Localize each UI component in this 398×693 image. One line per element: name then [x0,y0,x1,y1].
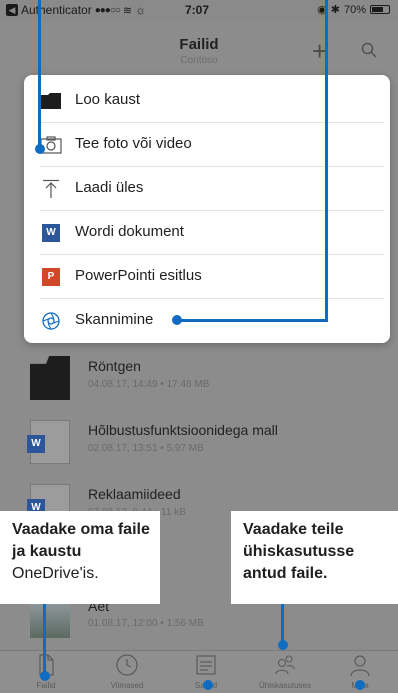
callout-line-add [325,0,328,322]
list-item[interactable]: Röntgen 04.08.17, 14:49 • 17.48 MB [0,346,398,410]
back-to-app-icon[interactable]: ◀ [6,4,18,16]
tab-shared[interactable]: Ühiskasutuses [245,651,325,693]
list-item[interactable]: W Hõlbustusfunktsioonidega mall 02.08.17… [0,410,398,474]
scan-icon [42,312,60,330]
battery-percent: 70% [343,3,366,16]
menu-item-create-folder[interactable]: Loo kaust [24,79,390,123]
upload-icon [43,179,59,198]
folder-icon [41,93,61,109]
callout-dot-sites [203,680,213,690]
callout-line-camera [38,0,41,148]
signal-icon: ●●●○○ [94,4,121,16]
file-name: Hõlbustusfunktsioonidega mall [88,422,278,438]
search-icon[interactable] [361,42,377,58]
clock: 7:07 [185,3,210,17]
page-subtitle: Contoso [180,55,218,66]
menu-item-word-document[interactable]: W Wordi dokument [24,211,390,255]
word-document-icon: W [27,420,70,464]
callout-dot-me [355,680,365,690]
tab-label: Viimased [110,681,144,690]
menu-item-label: Wordi dokument [75,223,184,240]
sync-icon: ☼ [135,3,147,17]
tab-bar: Failid Viimased Saidid [0,650,398,693]
menu-item-label: Tee foto või video [75,135,192,152]
callout-dot-camera [35,144,45,154]
tab-label: Ühiskasutuses [258,681,312,690]
menu-item-label: PowerPointi esitlus [75,267,202,284]
file-name: Reklaamiideed [88,486,181,502]
bluetooth-icon: ✱ [330,4,340,16]
tab-label: Failid [36,681,56,690]
sites-icon [196,655,216,675]
menu-item-powerpoint[interactable]: P PowerPointi esitlus [24,255,390,299]
callout-shared-title: Vaadake teile ühiskasutusse antud faile. [243,521,355,582]
word-icon: W [40,223,62,243]
callout-line-files [43,604,46,676]
folder-icon [30,356,70,400]
status-right: ◉ ✱ 70% [317,3,390,16]
wifi-icon: ≋ [122,4,133,17]
status-left: ◀ Authenticator ●●●○○ ≋ ☼ [6,3,146,17]
file-meta: 01.08.17, 12:00 • 1.56 MB [88,618,204,629]
battery-icon [370,5,390,14]
status-bar: ◀ Authenticator ●●●○○ ≋ ☼ 7:07 ◉ ✱ 70% [0,0,398,20]
callout-dot-files [40,671,50,681]
file-name: Röntgen [88,358,141,374]
navigation-header: Failid Contoso + [0,20,398,70]
callout-dot-shared [278,640,288,650]
callout-files-text: OneDrive'is. [12,565,99,582]
menu-item-label: Loo kaust [75,91,141,108]
callout-dot-scan [172,315,182,325]
person-icon [350,655,370,677]
file-meta: 02.08.17, 13:51 • 5.97 MB [88,443,204,454]
clock-icon [116,654,138,676]
callout-shared: Vaadake teile ühiskasutusse antud faile. [231,511,398,604]
callout-line-scan [178,319,328,322]
callout-files-title: Vaadake oma faile ja kaustu [12,521,150,560]
carrier-label: Authenticator [21,3,92,17]
menu-item-take-photo[interactable]: Tee foto või video [24,123,390,167]
menu-item-label: Laadi üles [75,179,144,196]
onedrive-screen: ◀ Authenticator ●●●○○ ≋ ☼ 7:07 ◉ ✱ 70% F… [0,0,398,693]
callout-line-shared [281,604,284,644]
shared-people-icon [275,655,295,675]
tab-recent[interactable]: Viimased [87,651,167,693]
menu-item-upload[interactable]: Laadi üles [24,167,390,211]
menu-item-label: Skannimine [75,311,154,328]
callout-files: Vaadake oma faile ja kaustu OneDrive'is. [0,511,160,604]
page-title: Failid [179,36,219,53]
add-menu: Loo kaust Tee foto või video Laadi üles … [24,75,390,343]
file-meta: 04.08.17, 14:49 • 17.48 MB [88,379,210,390]
powerpoint-icon: P [40,267,62,287]
